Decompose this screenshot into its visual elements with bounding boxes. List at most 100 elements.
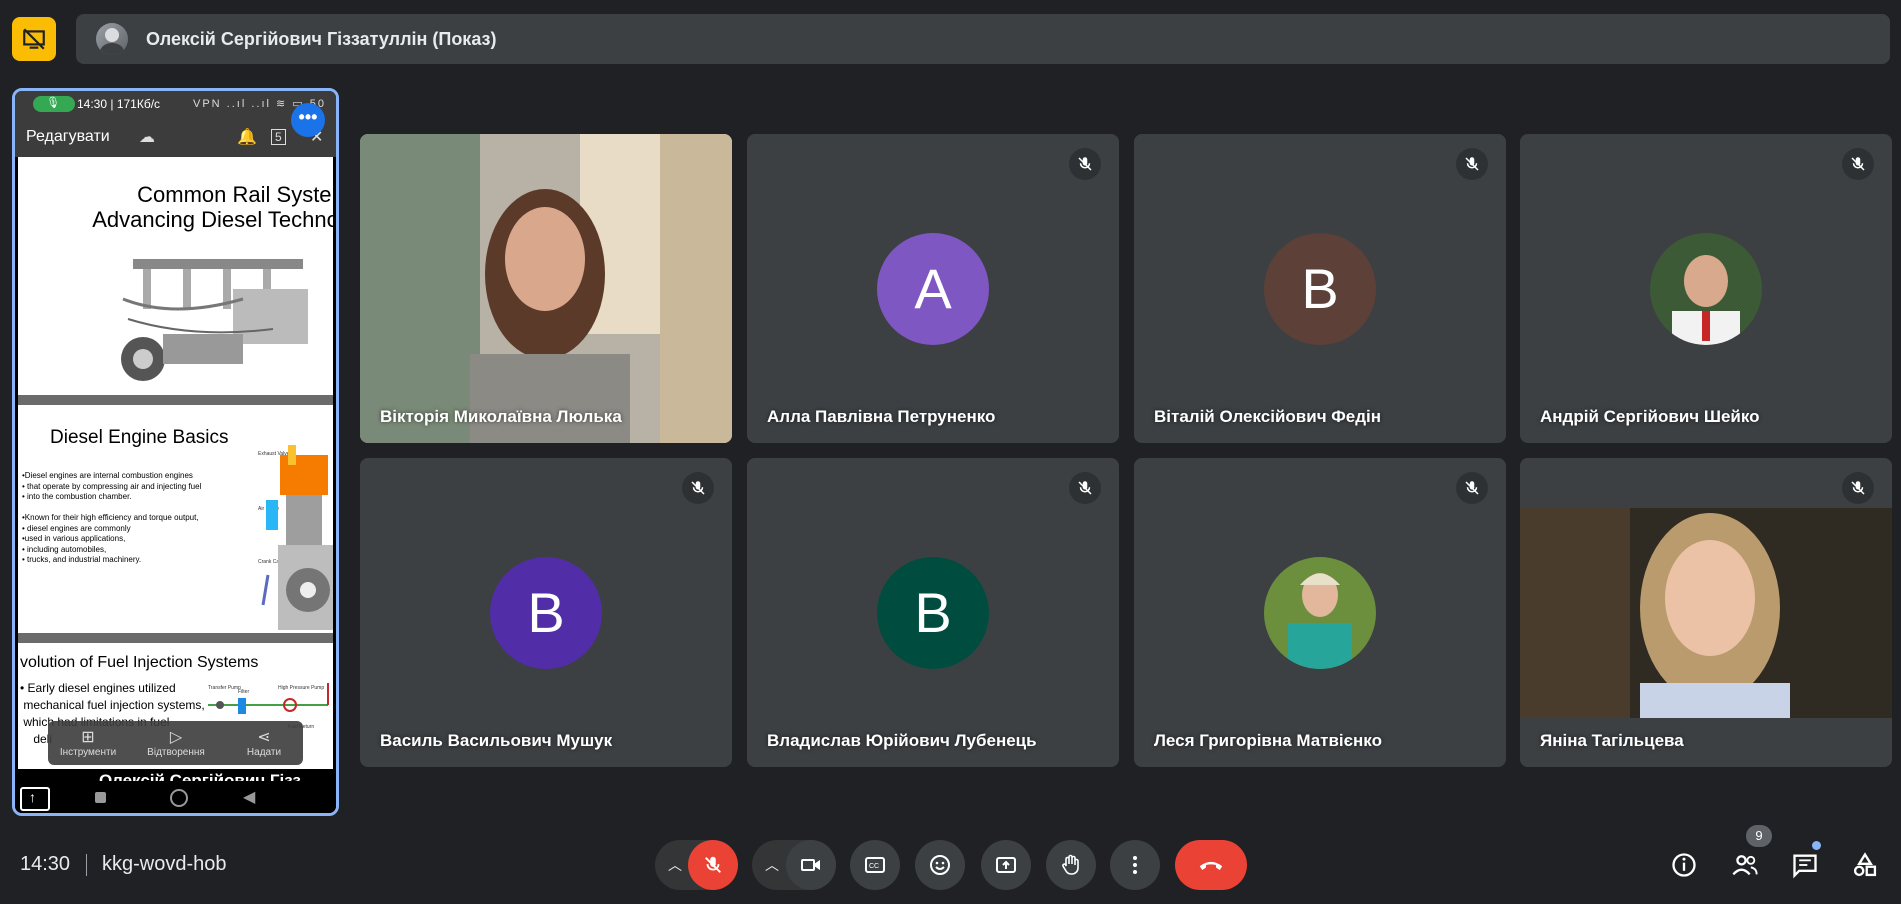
participant-name: Яніна Тагільцева	[1540, 731, 1684, 750]
present-screen-button[interactable]	[981, 840, 1031, 890]
phone-toolbar: Редагувати ☁ 🔔 5 ✕	[15, 117, 336, 157]
participant-video	[1520, 458, 1892, 767]
raise-hand-button[interactable]	[1046, 840, 1096, 890]
avatar: А	[877, 232, 989, 345]
emoji-reaction-button[interactable]	[915, 840, 965, 890]
more-options-button[interactable]	[1110, 840, 1160, 890]
home-icon[interactable]	[170, 789, 188, 807]
participant-tile[interactable]: А Алла Павлівна Петруненко	[747, 134, 1119, 443]
participant-tile[interactable]: Вікторія Миколаївна Люлька	[360, 134, 732, 443]
camera-toggle-button[interactable]	[786, 840, 836, 890]
participant-tile[interactable]: Леся Григорівна Матвієнко	[1134, 458, 1506, 767]
avatar: В	[490, 556, 602, 669]
mic-off-icon	[1842, 148, 1874, 180]
participant-video	[360, 134, 732, 443]
participant-name: Андрій Сергійович Шейко	[1540, 407, 1760, 426]
bottom-popup-menu: ⊞ Інструменти ▷ Відтворення ⋖ Надати	[48, 721, 303, 765]
avatar: В	[1264, 232, 1376, 345]
avatar: В	[877, 556, 989, 669]
captions-button[interactable]: CC	[850, 840, 900, 890]
notification-icon[interactable]: 🔔	[237, 127, 257, 147]
participant-name: Владислав Юрійович Лубенець	[767, 731, 1037, 750]
slide-3-title: volution of Fuel Injection Systems	[20, 654, 259, 671]
diesel-piston-diagram: Exhaust Valve Air Intake Crank Case	[258, 445, 333, 630]
svg-text:CC: CC	[869, 863, 879, 870]
activities-button[interactable]	[1847, 847, 1883, 883]
participant-name: Алла Павлівна Петруненко	[767, 407, 996, 426]
status-text: 14:30 | 171Кб/с	[77, 97, 161, 111]
presenter-banner[interactable]: Олексій Сергійович Гіззатуллін (Показ)	[76, 14, 1890, 64]
captions-icon: CC	[865, 857, 885, 873]
participant-tile[interactable]: В Василь Васильович Мушук	[360, 458, 732, 767]
screen-share-icon[interactable]	[20, 787, 50, 811]
mic-off-icon	[1842, 472, 1874, 504]
cloud-upload-icon[interactable]: ☁	[139, 127, 155, 147]
participant-tile[interactable]: Андрій Сергійович Шейко	[1520, 134, 1892, 443]
hand-icon	[1062, 854, 1079, 875]
participant-tile[interactable]: Яніна Тагільцева	[1520, 458, 1892, 767]
mic-off-icon	[1069, 472, 1101, 504]
recents-icon[interactable]	[95, 792, 106, 803]
call-end-icon	[1199, 861, 1223, 870]
participant-name: Вікторія Миколаївна Люлька	[380, 407, 622, 426]
people-icon	[1732, 855, 1758, 876]
slide-1-title: Common Rail System: Advancing Diesel Tec…	[56, 182, 333, 232]
slide-separator	[18, 395, 333, 405]
participant-name: Василь Васильович Мушук	[380, 731, 613, 750]
camera-icon	[801, 859, 820, 871]
mic-toggle-button[interactable]	[688, 840, 738, 890]
participant-tile[interactable]: В Владислав Юрійович Лубенець	[747, 458, 1119, 767]
phone-nav-bar: ◀	[15, 781, 336, 813]
presenter-title: Олексій Сергійович Гіззатуллін (Показ)	[146, 28, 497, 49]
slides-count-icon[interactable]: 5	[271, 129, 286, 145]
slide-separator	[18, 633, 333, 643]
participant-name: Леся Григорівна Матвієнко	[1154, 731, 1382, 750]
high-pressure-pump-label: High Pressure Pump	[278, 685, 324, 691]
back-icon[interactable]: ◀	[243, 787, 255, 807]
playback-label: Відтворення	[147, 747, 205, 758]
phone-status-bar: 14:30 | 171Кб/с VPN ..ıl ..ıl ≋ ▭ 50	[15, 91, 336, 117]
slide-1-title-line-2: Advancing Diesel Technolo	[92, 207, 333, 232]
transfer-pump-label: Transfer Pump	[208, 685, 241, 691]
mic-options-chevron-up-icon[interactable]: ︿	[668, 855, 682, 875]
emoji-icon	[930, 855, 950, 875]
tools-icon: ⊞	[81, 729, 95, 746]
meeting-details-button[interactable]	[1666, 847, 1702, 883]
share-label: Надати	[246, 747, 282, 758]
presentation-tile[interactable]: 14:30 | 171Кб/с VPN ..ıl ..ıl ≋ ▭ 50 Ред…	[12, 88, 339, 816]
chat-button[interactable]	[1787, 847, 1823, 883]
more-options-button[interactable]: •••	[291, 103, 325, 137]
participant-tile[interactable]: В Віталій Олексійович Федін	[1134, 134, 1506, 443]
camera-options-chevron-up-icon[interactable]: ︿	[765, 855, 779, 875]
playback-button[interactable]: ▷ Відтворення	[136, 727, 216, 758]
tools-button[interactable]: ⊞ Інструменти	[48, 727, 128, 758]
meeting-time: 14:30	[20, 853, 71, 875]
mic-off-icon	[682, 472, 714, 504]
edit-button[interactable]: Редагувати	[26, 128, 110, 146]
divider	[86, 854, 87, 876]
avatar	[1650, 232, 1762, 345]
present-icon	[996, 857, 1016, 873]
info-icon	[1672, 853, 1696, 877]
participant-name: Віталій Олексійович Федін	[1154, 407, 1382, 426]
slide-1-title-line-1: Common Rail System:	[137, 182, 333, 207]
avatar	[1264, 556, 1376, 669]
slide-2: Diesel Engine Basics •Diesel engines are…	[18, 405, 333, 633]
mic-off-icon	[1456, 472, 1488, 504]
presentation-off-icon[interactable]	[12, 17, 56, 61]
slide-1: Common Rail System: Advancing Diesel Tec…	[18, 157, 333, 395]
slide-2-body: •Diesel engines are internal combustion …	[22, 471, 202, 564]
mic-indicator	[33, 96, 75, 112]
chat-icon	[1793, 854, 1817, 879]
common-rail-engine-image	[121, 259, 308, 381]
leave-call-button[interactable]	[1175, 840, 1247, 890]
mic-off-icon	[1069, 148, 1101, 180]
mic-off-icon	[705, 856, 721, 873]
more-vert-icon	[1133, 856, 1137, 874]
tools-label: Інструменти	[59, 747, 117, 758]
mic-off-icon	[1456, 148, 1488, 180]
share-icon: ⋖	[257, 729, 271, 746]
people-button[interactable]	[1727, 847, 1763, 883]
share-button[interactable]: ⋖ Надати	[224, 727, 304, 758]
chat-notification-dot	[1812, 841, 1821, 850]
